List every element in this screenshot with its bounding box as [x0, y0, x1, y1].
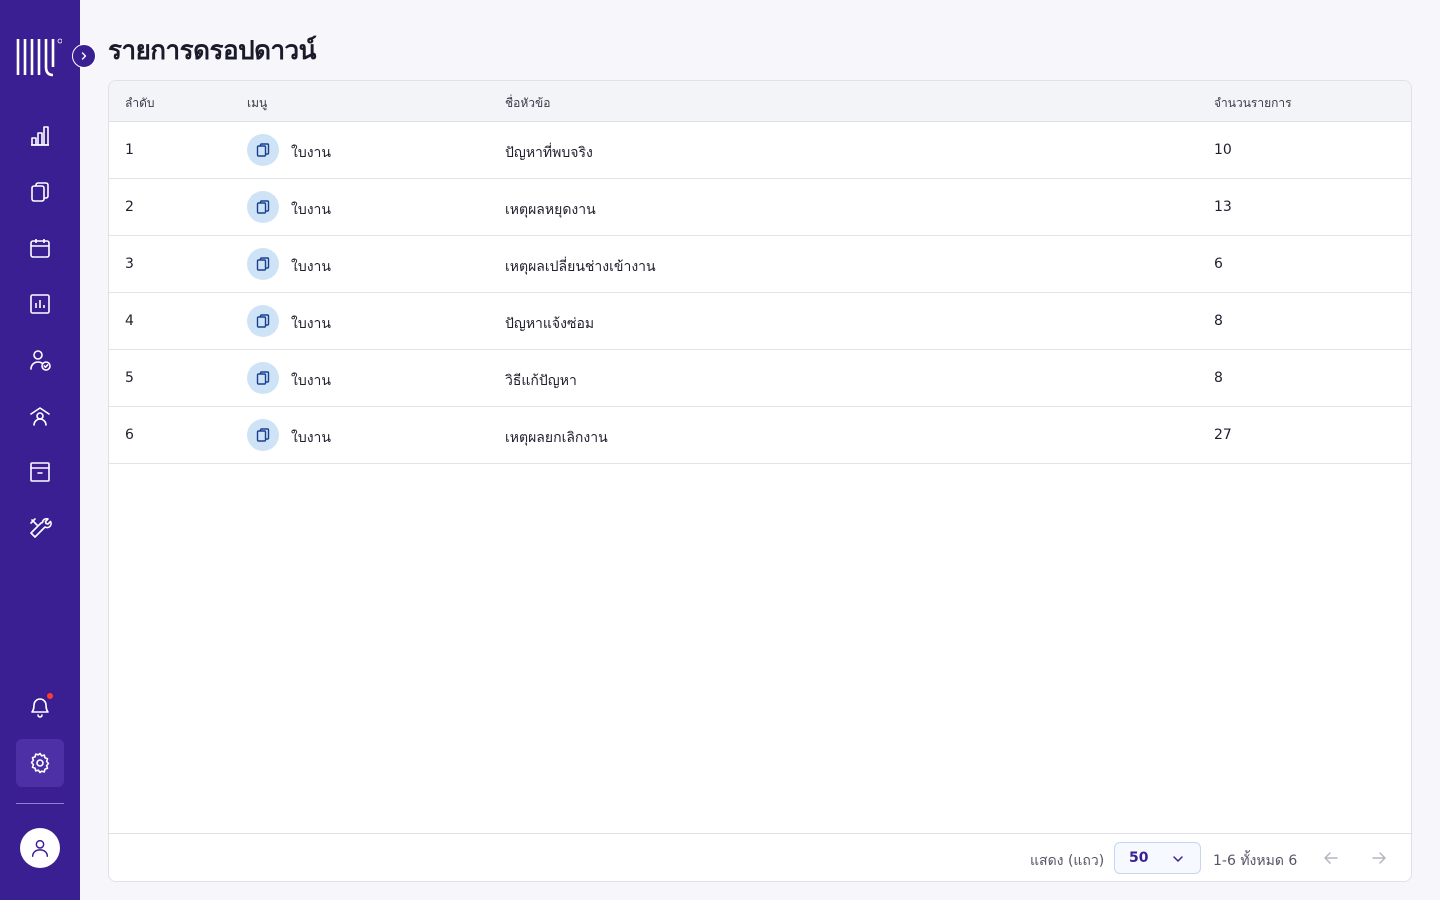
menu-badge: [247, 305, 279, 337]
row-title: เหตุผลเปลี่ยนช่างเข้างาน: [505, 259, 656, 275]
table-row[interactable]: 1 ใบงาน ปัญหาที่พบจริง 10: [109, 122, 1411, 179]
sidebar-item-calendar[interactable]: [16, 224, 64, 272]
chevron-right-icon: [81, 52, 87, 60]
documents-icon: [31, 182, 49, 202]
document-icon: [256, 143, 270, 157]
row-menu: ใบงาน: [291, 373, 331, 389]
row-count: 8: [1214, 313, 1223, 329]
team-icon: [30, 407, 50, 426]
arrow-left-icon: [1324, 852, 1338, 864]
row-order: 2: [125, 199, 134, 215]
user-icon: [31, 839, 49, 857]
row-order: 6: [125, 427, 134, 443]
row-count: 10: [1214, 142, 1232, 158]
sidebar-item-reports[interactable]: [16, 280, 64, 328]
arrow-right-icon: [1372, 852, 1386, 864]
menu-badge: [247, 248, 279, 280]
column-header-count: จำนวนรายการ: [1214, 96, 1292, 110]
row-order: 1: [125, 142, 134, 158]
rows-per-page-select[interactable]: 50: [1114, 842, 1201, 874]
menu-badge: [247, 362, 279, 394]
table-row[interactable]: 3 ใบงาน เหตุผลเปลี่ยนช่างเข้างาน 6: [109, 236, 1411, 293]
pagination-bar: แสดง (แถว) 50 1-6 ทั้งหมด 6: [109, 833, 1411, 881]
tools-icon: [30, 517, 52, 538]
archive-icon: [30, 462, 50, 482]
settings-button[interactable]: [16, 739, 64, 787]
user-check-icon: [30, 350, 51, 371]
row-title: เหตุผลหยุดงาน: [505, 202, 596, 218]
page-title: รายการดรอปดาวน์: [108, 36, 316, 66]
row-title: เหตุผลยกเลิกงาน: [505, 430, 608, 446]
column-header-menu: เมนู: [247, 96, 268, 110]
sidebar-item-worksheets[interactable]: [16, 168, 64, 216]
menu-badge: [247, 419, 279, 451]
row-menu: ใบงาน: [291, 430, 331, 446]
pagination-range: 1-6 ทั้งหมด 6: [1213, 853, 1298, 869]
table-row[interactable]: 2 ใบงาน เหตุผลหยุดงาน 13: [109, 179, 1411, 236]
gear-icon: [30, 752, 50, 774]
avatar[interactable]: [20, 828, 60, 868]
row-menu: ใบงาน: [291, 202, 331, 218]
column-header-title: ชื่อหัวข้อ: [505, 96, 551, 110]
document-icon: [256, 371, 270, 385]
table-row[interactable]: 5 ใบงาน วิธีแก้ปัญหา 8: [109, 350, 1411, 407]
calendar-icon: [30, 239, 50, 258]
table-row[interactable]: 6 ใบงาน เหตุผลยกเลิกงาน 27: [109, 407, 1411, 464]
table-row[interactable]: 4 ใบงาน ปัญหาแจ้งซ่อม 8: [109, 293, 1411, 350]
table-header: ลำดับ เมนู ชื่อหัวข้อ จำนวนรายการ: [109, 81, 1411, 122]
dropdown-table: ลำดับ เมนู ชื่อหัวข้อ จำนวนรายการ 1 ใบงาน…: [108, 80, 1412, 882]
sidebar-item-dashboard[interactable]: [16, 112, 64, 160]
sidebar-divider: [16, 803, 64, 804]
row-count: 8: [1214, 370, 1223, 386]
sidebar-item-archive[interactable]: [16, 448, 64, 496]
sidebar-item-users[interactable]: [16, 336, 64, 384]
row-menu: ใบงาน: [291, 259, 331, 275]
rows-per-page-value: 50: [1129, 850, 1149, 866]
row-count: 6: [1214, 256, 1223, 272]
sidebar-item-team[interactable]: [16, 392, 64, 440]
menu-badge: [247, 134, 279, 166]
chevron-down-icon: [1173, 856, 1183, 862]
row-title: วิธีแก้ปัญหา: [505, 373, 577, 389]
notifications-button[interactable]: [16, 683, 64, 731]
previous-page-button[interactable]: [1319, 846, 1343, 870]
report-icon: [30, 294, 50, 314]
brand-logo: [16, 37, 63, 77]
row-title: ปัญหาที่พบจริง: [505, 145, 593, 161]
next-page-button[interactable]: [1367, 846, 1391, 870]
row-count: 27: [1214, 427, 1232, 443]
row-order: 4: [125, 313, 134, 329]
row-menu: ใบงาน: [291, 145, 331, 161]
column-header-order: ลำดับ: [125, 96, 155, 110]
notification-dot: [47, 693, 53, 699]
row-order: 3: [125, 256, 134, 272]
bar-chart-icon: [31, 126, 49, 146]
row-order: 5: [125, 370, 134, 386]
sidebar-item-tools[interactable]: [16, 504, 64, 552]
row-title: ปัญหาแจ้งซ่อม: [505, 316, 595, 332]
sidebar: [0, 0, 96, 900]
row-count: 13: [1214, 199, 1232, 215]
document-icon: [256, 257, 270, 271]
rows-per-page-label: แสดง (แถว): [1030, 853, 1105, 869]
document-icon: [256, 200, 270, 214]
menu-badge: [247, 191, 279, 223]
document-icon: [256, 314, 270, 328]
document-icon: [256, 428, 270, 442]
sidebar-toggle-button[interactable]: [72, 44, 96, 68]
row-menu: ใบงาน: [291, 316, 331, 332]
